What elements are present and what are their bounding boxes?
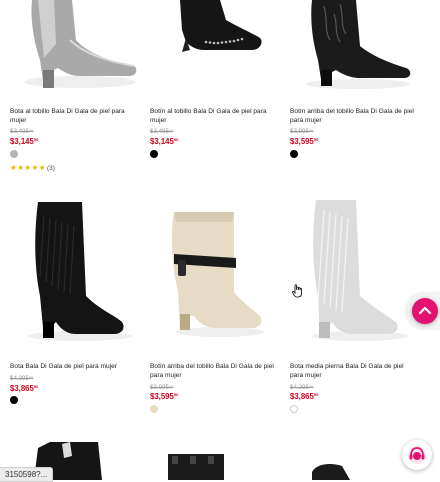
original-price: $3,99500 — [150, 384, 174, 391]
original-price: $4,29500 — [290, 384, 314, 391]
product-image-white-fringe-boot[interactable] — [290, 196, 420, 346]
original-price: $4,29500 — [10, 375, 34, 382]
rating-count: (3) — [47, 165, 55, 172]
color-swatch-black[interactable] — [290, 150, 298, 158]
color-swatch-white[interactable] — [290, 405, 298, 413]
sale-price: $3,59550 — [290, 137, 319, 146]
original-price: $3,49500 — [10, 128, 34, 135]
product-image-partial[interactable] — [290, 438, 420, 480]
chat-assistant-button[interactable] — [402, 440, 432, 470]
original-price: $3,99500 — [290, 128, 314, 135]
product-name[interactable]: Bota al tobillo Bala Di Gala de piel par… — [10, 108, 138, 125]
color-swatch-black[interactable] — [150, 150, 158, 158]
color-swatch-silver[interactable] — [10, 150, 18, 158]
rating-stars: ★★★★★(3) — [10, 163, 55, 172]
product-name[interactable]: Bota Bala Di Gala de piel para mujer — [10, 363, 138, 372]
product-name[interactable]: Botín arriba del tobillo Bala Di Gala de… — [290, 108, 418, 125]
product-image-beige-ankle-boot[interactable] — [150, 196, 280, 346]
product-name[interactable]: Botín arriba del tobillo Bala Di Gala de… — [150, 363, 278, 380]
sale-price: $3,86550 — [290, 392, 319, 401]
hand-cursor-icon — [292, 284, 302, 298]
scroll-to-top-button[interactable] — [412, 298, 438, 324]
product-image-black-fringe-boot[interactable] — [10, 196, 140, 346]
original-price: $3,49500 — [150, 128, 174, 135]
chevron-up-icon — [418, 306, 432, 315]
sale-price: $3,14550 — [10, 137, 39, 146]
color-swatch-black[interactable] — [10, 396, 18, 404]
color-swatch-beige[interactable] — [150, 405, 158, 413]
sale-price: $3,86550 — [10, 384, 39, 393]
support-agent-icon — [408, 446, 426, 464]
product-name[interactable]: Bota media pierna Bala Di Gala de piel p… — [290, 363, 418, 380]
product-image-black-western-bootie[interactable] — [290, 0, 420, 92]
product-image-silver-ankle-boot[interactable] — [10, 0, 140, 92]
product-image-black-studded-bootie[interactable] — [150, 0, 280, 60]
sale-price: $3,59550 — [150, 392, 179, 401]
product-image-partial[interactable] — [150, 438, 280, 480]
sale-price: $3,14550 — [150, 137, 179, 146]
product-name[interactable]: Botín al tobillo Bala Di Gala de piel pa… — [150, 108, 278, 125]
